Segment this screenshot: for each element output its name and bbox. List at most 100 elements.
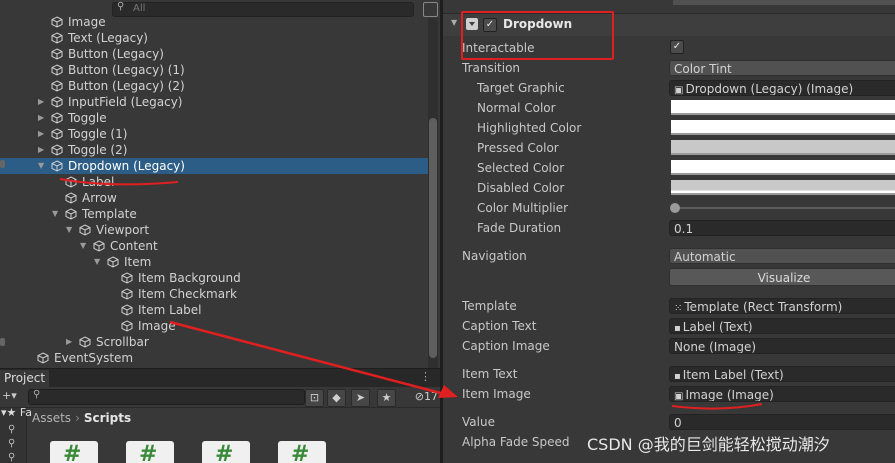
hierarchy-item-label: Item Label xyxy=(138,303,202,317)
favorites-text: Fa xyxy=(19,406,32,419)
hierarchy-item-label: Content xyxy=(110,239,158,253)
filter-type-icon[interactable]: ◆ xyxy=(327,389,346,407)
value-field[interactable]: 0 xyxy=(669,414,895,430)
caption-text-field[interactable]: ▪ Label (Text) xyxy=(669,318,895,334)
hierarchy-item[interactable]: Image xyxy=(0,14,428,30)
interactable-checkbox[interactable]: ✓ xyxy=(670,40,684,54)
value-label: Value xyxy=(462,415,495,429)
color-multiplier-slider[interactable] xyxy=(675,207,895,209)
expand-arrow-icon[interactable]: ▼ xyxy=(80,238,86,254)
hierarchy-item-label: Image xyxy=(68,15,106,29)
selected-color-label: Selected Color xyxy=(477,161,565,175)
hierarchy-item[interactable]: Label xyxy=(0,174,428,190)
hierarchy-item[interactable]: ▼ Template xyxy=(0,206,428,222)
hierarchy-item[interactable]: Button (Legacy) xyxy=(0,46,428,62)
project-search-input[interactable]: ⚲ xyxy=(28,389,305,405)
hidden-count: 17 xyxy=(424,390,438,403)
gameobject-cube-icon xyxy=(121,320,133,332)
foldout-arrow-icon[interactable]: ▼ xyxy=(451,18,457,27)
search-icon[interactable]: ⚲ xyxy=(8,438,15,449)
breadcrumb-scripts[interactable]: Scripts xyxy=(84,411,131,425)
gameobject-cube-icon xyxy=(121,272,133,284)
highlighted-color-swatch[interactable] xyxy=(671,120,895,135)
expand-arrow-icon[interactable]: ▼ xyxy=(52,206,58,222)
collapse-arrow-icon[interactable]: ▶ xyxy=(38,94,44,110)
transition-dropdown[interactable]: Color Tint xyxy=(669,60,895,76)
hidden-packages-toggle[interactable]: ⊘17 xyxy=(404,389,438,405)
pressed-color-swatch[interactable] xyxy=(671,140,895,155)
color-multiplier-label: Color Multiplier xyxy=(477,201,569,215)
hierarchy-item[interactable]: Text (Legacy) xyxy=(0,30,428,46)
hierarchy-item[interactable]: ▼ Item xyxy=(0,254,428,270)
caption-image-field[interactable]: None (Image) xyxy=(669,338,895,354)
hierarchy-item[interactable]: ▶ InputField (Legacy) xyxy=(0,94,428,110)
disabled-color-swatch[interactable] xyxy=(671,180,895,195)
collapse-arrow-icon[interactable]: ▶ xyxy=(38,126,44,142)
favorites-label[interactable]: ▾★ Fa xyxy=(1,406,32,419)
hierarchy-item[interactable]: Item Label xyxy=(0,302,428,318)
breadcrumb-assets[interactable]: Assets xyxy=(32,411,71,425)
normal-color-label: Normal Color xyxy=(477,101,556,115)
hierarchy-item-label: Button (Legacy) xyxy=(68,47,164,61)
item-image-field[interactable]: ▣ Image (Image) xyxy=(669,386,895,402)
hierarchy-item[interactable]: ▼ Content xyxy=(0,238,428,254)
selected-color-swatch[interactable] xyxy=(671,160,895,175)
hierarchy-item-label: Item Background xyxy=(138,271,241,285)
normal-color-swatch[interactable] xyxy=(671,100,895,115)
tab-project[interactable]: Project xyxy=(0,370,50,387)
hierarchy-item[interactable]: Button (Legacy) (1) xyxy=(0,62,428,78)
hierarchy-item[interactable]: ▼ Viewport xyxy=(0,222,428,238)
hierarchy-item-label: EventSystem xyxy=(54,351,134,365)
hierarchy-item[interactable]: ▼ Dropdown (Legacy) xyxy=(0,158,428,174)
hierarchy-item[interactable]: ▶ Toggle (2) xyxy=(0,142,428,158)
annotation-box xyxy=(461,11,614,60)
hierarchy-item-label: Toggle (2) xyxy=(68,143,128,157)
hierarchy-item[interactable]: Item Checkmark xyxy=(0,286,428,302)
target-graphic-label: Target Graphic xyxy=(477,81,565,95)
label-tag-icon[interactable]: ➤ xyxy=(351,389,370,407)
hierarchy-item[interactable]: ▶ Scrollbar xyxy=(0,334,428,350)
hierarchy-item[interactable]: EventSystem xyxy=(0,350,428,366)
gameobject-cube-icon xyxy=(79,336,91,348)
item-text-field[interactable]: ▪ Item Label (Text) xyxy=(669,366,895,382)
search-icon[interactable]: ⚲ xyxy=(8,452,15,463)
gameobject-cube-icon xyxy=(51,80,63,92)
expand-arrow-icon[interactable]: ▼ xyxy=(38,158,44,174)
scrollbar-thumb[interactable] xyxy=(429,118,437,358)
gameobject-cube-icon xyxy=(121,304,133,316)
navigation-dropdown[interactable]: Automatic xyxy=(669,248,895,264)
expand-arrow-icon[interactable]: ▼ xyxy=(66,222,72,238)
script-asset[interactable]: # xyxy=(278,441,326,463)
search-scope-icon[interactable]: ⊡ xyxy=(305,389,324,407)
slider-thumb[interactable] xyxy=(670,203,680,213)
gameobject-cube-icon xyxy=(51,96,63,108)
target-graphic-field[interactable]: ▣ Dropdown (Legacy) (Image) xyxy=(669,80,895,96)
lock-icon[interactable]: ⋮ xyxy=(420,370,431,383)
project-toolbar: +▾ ⚲ ⊡ ◆ ➤ ★ ⊘17 xyxy=(0,387,440,408)
script-asset[interactable]: # xyxy=(126,441,174,463)
expand-arrow-icon[interactable]: ▼ xyxy=(94,254,100,270)
text-component-icon: ▪ xyxy=(674,323,681,334)
hierarchy-item[interactable]: Image xyxy=(0,318,428,334)
search-icon[interactable]: ⚲ xyxy=(8,424,15,435)
visualize-button[interactable]: Visualize xyxy=(669,268,895,286)
collapse-arrow-icon[interactable]: ▶ xyxy=(66,334,72,350)
fade-duration-field[interactable]: 0.1 xyxy=(669,220,895,236)
hierarchy-item[interactable]: Button (Legacy) (2) xyxy=(0,78,428,94)
hierarchy-item[interactable]: Arrow xyxy=(0,190,428,206)
hierarchy-item[interactable]: ▶ Toggle xyxy=(0,110,428,126)
favorite-star-icon[interactable]: ★ xyxy=(377,389,396,407)
add-icon[interactable]: +▾ xyxy=(2,389,17,402)
hierarchy-scrollbar[interactable] xyxy=(428,18,438,368)
script-asset[interactable]: # xyxy=(202,441,250,463)
script-asset[interactable]: # xyxy=(50,441,98,463)
collapse-arrow-icon[interactable]: ▶ xyxy=(38,110,44,126)
fade-duration-label: Fade Duration xyxy=(477,221,562,235)
collapse-arrow-icon[interactable]: ▶ xyxy=(38,142,44,158)
hierarchy-item[interactable]: Item Background xyxy=(0,270,428,286)
project-panel: Project ⋮ +▾ ⚲ ⊡ ◆ ➤ ★ ⊘17 ▾★ Fa ⚲ ⚲ ⚲ A… xyxy=(0,368,440,463)
hierarchy-item[interactable]: ▶ Toggle (1) xyxy=(0,126,428,142)
gameobject-cube-icon xyxy=(51,48,63,60)
template-label: Template xyxy=(462,299,517,313)
template-field[interactable]: ⁙ Template (Rect Transform) xyxy=(669,298,895,314)
